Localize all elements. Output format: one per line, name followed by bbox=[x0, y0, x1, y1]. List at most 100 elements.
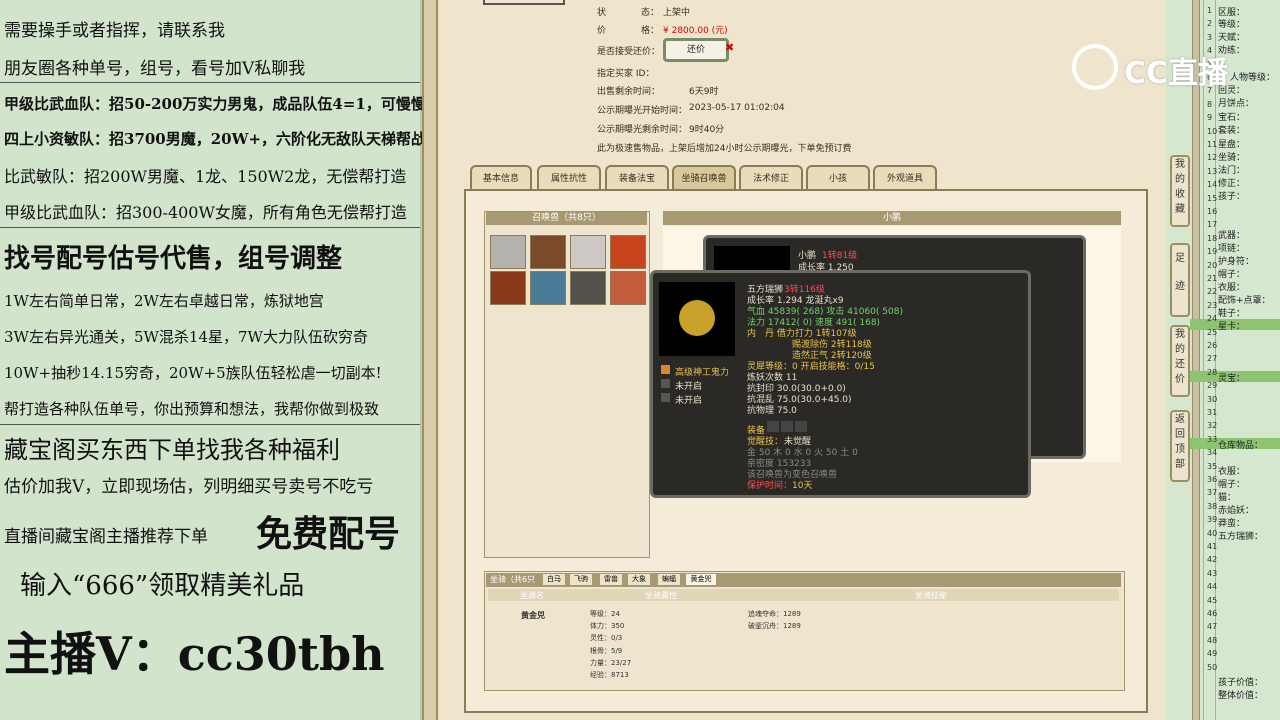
row-number: 31 bbox=[1207, 408, 1218, 417]
summon-thumb[interactable] bbox=[530, 271, 566, 305]
mount-tab[interactable]: 蝙蝠 bbox=[658, 574, 680, 585]
row-number: 14 bbox=[1207, 180, 1218, 190]
bargain-label: 是否接受还价： bbox=[597, 47, 661, 57]
mount-attr: 灵性：0/3 bbox=[590, 634, 623, 642]
info-headline: 藏宝阁买东西下单找我各种福利 bbox=[4, 436, 340, 464]
row-number: 27 bbox=[1207, 354, 1218, 364]
tab-spell-correction[interactable]: 法术修正 bbox=[739, 165, 803, 191]
mount-skill: 破釜沉舟：1289 bbox=[748, 622, 801, 630]
summary-label: 套装： bbox=[1218, 126, 1246, 136]
row-number: 17 bbox=[1207, 220, 1218, 230]
row-number: 49 bbox=[1207, 649, 1218, 659]
summary-label: 衣服： bbox=[1218, 283, 1246, 293]
my-bargains-button[interactable]: 我的还价 bbox=[1170, 325, 1190, 397]
info-line: 直播间藏宝阁主播推荐下单 bbox=[4, 527, 208, 547]
price-label: 格： bbox=[641, 26, 660, 36]
tab-equipment[interactable]: 装备法宝 bbox=[605, 165, 669, 191]
summary-label: 武器： bbox=[1218, 231, 1246, 241]
mount-table-header bbox=[488, 589, 1119, 601]
mount-tab[interactable]: 大象 bbox=[628, 574, 650, 585]
row-number: 10 bbox=[1207, 126, 1218, 136]
summon-thumb[interactable] bbox=[490, 235, 526, 269]
mount-header-name: 坐骑名 bbox=[520, 591, 544, 600]
mount-attr: 根骨：5/9 bbox=[590, 647, 623, 655]
bargain-button[interactable]: 还价 bbox=[663, 38, 729, 62]
summon-portrait bbox=[714, 246, 790, 272]
summon-tooltip: 五方瑞狮 3转116级 成长率 1.294 龙涎丸x9 气血 45839( 26… bbox=[650, 270, 1031, 498]
mount-tab[interactable]: 雷兽 bbox=[600, 574, 622, 585]
row-number: 1 bbox=[1207, 6, 1213, 15]
summon-thumb[interactable] bbox=[570, 235, 606, 269]
row-number: 44 bbox=[1207, 582, 1218, 592]
golden-lion-icon bbox=[679, 300, 715, 336]
status-label: 态： bbox=[641, 8, 660, 18]
mount-name: 黄金兕 bbox=[521, 611, 545, 620]
summary-label: 月饼点： bbox=[1218, 99, 1255, 109]
summary-label: 鞋子： bbox=[1218, 309, 1246, 319]
summary-label: 坐骑： bbox=[1218, 153, 1246, 163]
close-icon[interactable]: ✖ bbox=[725, 41, 734, 54]
footprint-button[interactable]: 足迹 bbox=[1170, 243, 1190, 317]
divider bbox=[1203, 0, 1204, 720]
back-to-top-button[interactable]: 返回顶部 bbox=[1170, 410, 1190, 482]
row-number: 19 bbox=[1207, 247, 1218, 257]
frame-border bbox=[422, 0, 438, 720]
row-number: 35 bbox=[1207, 461, 1218, 471]
row-number: 24 bbox=[1207, 314, 1218, 324]
tab-appearance[interactable]: 外观道具 bbox=[873, 165, 937, 191]
mount-tab-active[interactable]: 黄金兕 bbox=[686, 574, 716, 585]
contact-line: 主播V：cc30tbh bbox=[4, 627, 385, 681]
row-number: 8 bbox=[1207, 99, 1213, 109]
summary-label: 宝石： bbox=[1218, 113, 1246, 123]
summary-label: 配饰+点罩： bbox=[1218, 296, 1271, 306]
summary-label: 仓库物品： bbox=[1218, 441, 1264, 451]
summon-thumb[interactable] bbox=[530, 235, 566, 269]
product-image-frame bbox=[483, 0, 565, 5]
summon-thumb[interactable] bbox=[490, 271, 526, 305]
divider bbox=[0, 227, 420, 228]
equip-slot bbox=[781, 421, 793, 432]
summary-label: 灵宝： bbox=[1218, 374, 1246, 384]
public-start-value: 2023-05-17 01:02:04 bbox=[689, 103, 785, 113]
summary-label: 项链： bbox=[1218, 244, 1246, 254]
row-number: 43 bbox=[1207, 568, 1218, 578]
mount-header-skill: 坐骑技能 bbox=[915, 591, 947, 600]
listing-notice: 此为极速售物品，上架后增加24小时公示期曝光，下单免预订费 bbox=[597, 144, 852, 154]
summon-thumb[interactable] bbox=[610, 235, 646, 269]
row-number: 38 bbox=[1207, 501, 1218, 511]
mount-tab[interactable]: 坐骑（共6只 bbox=[490, 574, 535, 585]
summon-thumb[interactable] bbox=[570, 271, 606, 305]
row-number: 37 bbox=[1207, 488, 1218, 498]
row-number: 21 bbox=[1207, 274, 1218, 283]
my-favorites-button[interactable]: 我的收藏 bbox=[1170, 155, 1190, 227]
tab-child[interactable]: 小孩 bbox=[806, 165, 870, 191]
tab-mounts-summons[interactable]: 坐骑召唤兽 bbox=[672, 165, 736, 191]
info-line: 10W+抽秒14.15穷奇，20W+5族队伍轻松虐一切副本! bbox=[4, 364, 382, 382]
mount-tab[interactable]: 飞驹 bbox=[570, 574, 592, 585]
row-number: 16 bbox=[1207, 207, 1218, 216]
row-number: 48 bbox=[1207, 635, 1218, 645]
row-number: 41 bbox=[1207, 542, 1218, 551]
info-line: 估价加我V，立即现场估，列明细买号卖号不吃亏 bbox=[4, 477, 374, 497]
summary-label: 护身符： bbox=[1218, 257, 1255, 267]
skill-name: 未开启 bbox=[675, 382, 703, 392]
tooltip-protect-value: 10天 bbox=[792, 481, 813, 491]
info-headline: 找号配号估号代售，组号调整 bbox=[4, 244, 343, 274]
summary-label: 赤焰妖： bbox=[1218, 506, 1255, 516]
summary-label: 孩子： bbox=[1218, 192, 1246, 202]
mount-tab[interactable]: 白马 bbox=[543, 574, 565, 585]
divider bbox=[0, 424, 420, 425]
summon-portrait bbox=[659, 282, 735, 356]
summon-thumb[interactable] bbox=[610, 271, 646, 305]
row-number: 15 bbox=[1207, 193, 1218, 203]
info-line: 帮打造各种队伍单号，你出预算和想法，我帮你做到极致 bbox=[4, 400, 380, 418]
row-number: 46 bbox=[1207, 609, 1218, 618]
tab-attributes[interactable]: 属性抗性 bbox=[537, 165, 601, 191]
row-number: 33 bbox=[1207, 434, 1218, 444]
row-number: 32 bbox=[1207, 421, 1218, 431]
tab-basic-info[interactable]: 基本信息 bbox=[470, 165, 532, 191]
scrollbar-track[interactable] bbox=[1192, 0, 1200, 720]
row-number: 2 bbox=[1207, 19, 1213, 29]
public-start-label: 公示期曝光开始时间： bbox=[597, 106, 688, 116]
divider bbox=[0, 82, 420, 83]
